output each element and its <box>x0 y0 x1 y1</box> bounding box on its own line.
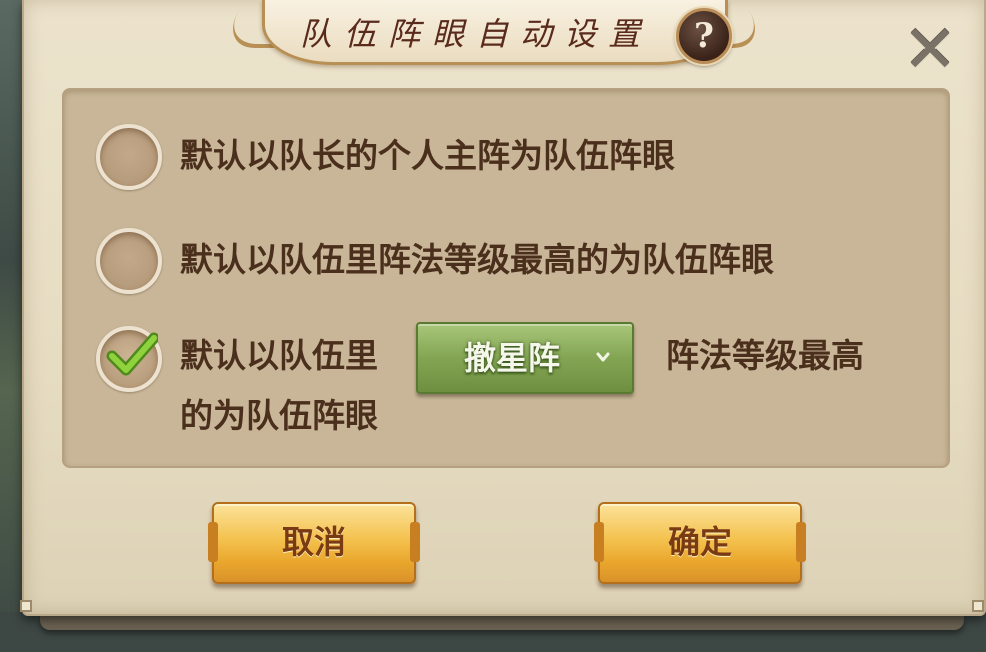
option-radio-highest-level[interactable] <box>96 228 162 294</box>
option-label-captain[interactable]: 默认以队长的个人主阵为队伍阵眼 <box>180 136 675 176</box>
option-radio-selected-formation[interactable] <box>96 326 162 392</box>
corner-ornament <box>972 600 984 612</box>
corner-ornament <box>20 600 32 612</box>
option-radio-captain[interactable] <box>96 124 162 190</box>
question-mark-icon: ? <box>694 16 714 56</box>
cancel-button-label: 取消 <box>281 523 346 561</box>
chevron-down-icon <box>596 352 610 362</box>
option-label-selected-formation-line2[interactable]: 的为队伍阵眼 <box>180 396 378 436</box>
confirm-button-label: 确定 <box>667 523 732 561</box>
cancel-button[interactable]: 取消 <box>208 502 420 584</box>
dialog-title: 队伍阵眼自动设置 <box>300 15 653 53</box>
close-x-icon: ✕ <box>902 11 958 88</box>
checkmark-icon <box>106 332 158 376</box>
confirm-button[interactable]: 确定 <box>594 502 806 584</box>
dialog-bottom-edge <box>40 614 964 630</box>
option-label-highest-level[interactable]: 默认以队伍里阵法等级最高的为队伍阵眼 <box>180 240 774 280</box>
close-button[interactable]: ✕ <box>898 17 962 83</box>
option-label-selected-formation-part2[interactable]: 阵法等级最高 <box>666 336 864 376</box>
formation-select-value: 撤星阵 <box>464 339 561 377</box>
help-button[interactable]: ? <box>676 8 732 64</box>
option-label-selected-formation-part1[interactable]: 默认以队伍里 <box>180 336 378 376</box>
formation-select[interactable]: 撤星阵 <box>416 322 634 394</box>
